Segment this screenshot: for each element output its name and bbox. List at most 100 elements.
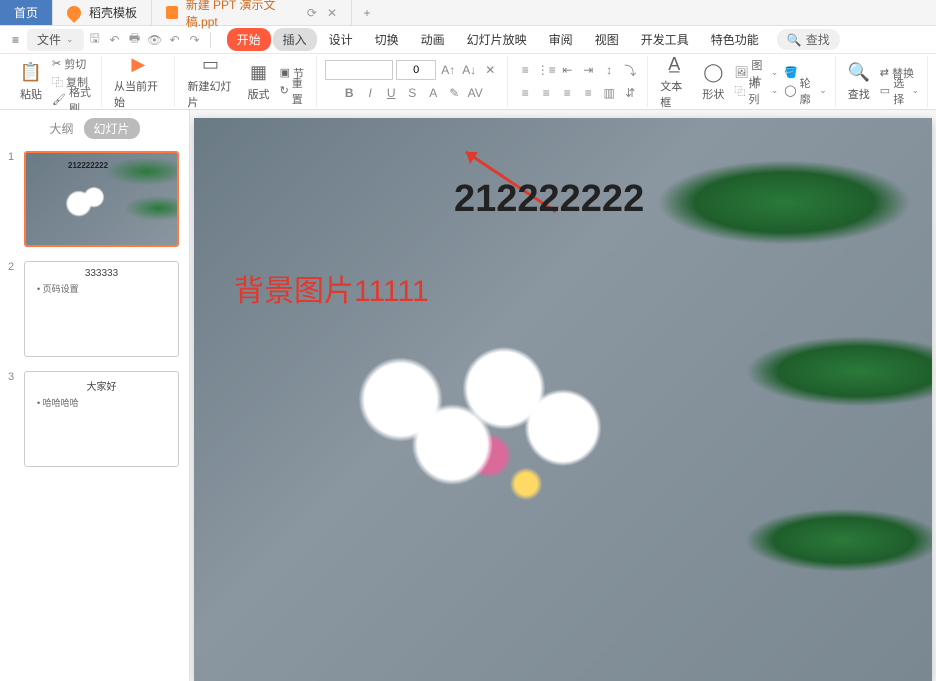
qa-back-icon[interactable]: ↶ — [106, 31, 124, 49]
qa-redo-icon[interactable]: ↷ — [186, 31, 204, 49]
slide-text-title[interactable]: 212222222 — [454, 178, 644, 221]
thumbnail-2[interactable]: 333333 • 页码设置 — [24, 261, 179, 357]
ribbon-feature[interactable]: 特色功能 — [701, 28, 769, 51]
font-size-select[interactable] — [396, 60, 436, 80]
qa-preview-icon[interactable]: 👁 — [146, 31, 164, 49]
plus-icon: + — [364, 6, 371, 20]
bold-icon[interactable]: B — [340, 84, 358, 102]
shape-button[interactable]: ◯ 形状 — [698, 62, 728, 102]
image-icon: 🖼 — [734, 66, 748, 79]
group-paragraph: ≡ ⋮≡ ⇤ ⇥ ↕ ⤵ ≡ ≡ ≡ ≡ ▥ ⇵ — [508, 56, 648, 107]
toolbar: 📋 粘贴 ✂剪切 ⿻复制 🖌格式刷 ▶ 从当前开始 ▭ 新建幻灯片 ▦ 版式 ▣… — [0, 54, 936, 110]
search-button[interactable]: 🔍 查找 — [777, 29, 840, 50]
tab-close-icon[interactable]: ✕ — [327, 6, 337, 20]
menu-file[interactable]: 文件 ⌄ — [27, 29, 84, 51]
align-center-icon[interactable]: ≡ — [537, 84, 555, 102]
tab-document[interactable]: 新建 PPT 演示文稿.ppt ⟳ ✕ — [152, 0, 352, 25]
outline-button[interactable]: ◯轮廓⌄ — [784, 83, 827, 99]
sidebar-tab-slides[interactable]: 幻灯片 — [84, 118, 140, 139]
paste-icon: 📋 — [20, 62, 42, 84]
play-icon: ▶ — [127, 54, 149, 76]
tab-refresh-icon[interactable]: ⟳ — [307, 6, 317, 20]
font-shrink-icon[interactable]: A↓ — [460, 61, 478, 79]
arrange-button[interactable]: ⿻排列⌄ — [734, 83, 778, 99]
slide-canvas[interactable]: 212222222 背景图片11111 — [194, 118, 932, 681]
strike-icon[interactable]: S — [403, 84, 421, 102]
ribbon-review[interactable]: 审阅 — [539, 28, 583, 51]
tab-template[interactable]: 稻壳模板 — [53, 0, 152, 25]
tab-home[interactable]: 首页 — [0, 0, 53, 25]
select-icon: ▭ — [880, 84, 890, 97]
thumbnail-3[interactable]: 大家好 • 哈哈哈哈 — [24, 371, 179, 467]
group-font: A↑ A↓ ✕ B I U S A ✎ AV — [317, 56, 508, 107]
spacing-icon[interactable]: AV — [466, 84, 484, 102]
sidebar-tab-outline[interactable]: 大纲 — [49, 120, 73, 137]
ribbon-start[interactable]: 开始 — [227, 28, 271, 51]
fill-icon: 🪣 — [784, 66, 798, 79]
ribbon-insert[interactable]: 插入 — [273, 28, 317, 51]
find-button[interactable]: 🔍 查找 — [844, 62, 874, 102]
thumb-number: 2 — [8, 261, 18, 357]
menu-separator — [210, 32, 211, 48]
menu-app-icon[interactable]: ≡ — [6, 29, 25, 51]
menu-bar: ≡ 文件 ⌄ 🖫 ↶ 🖶 👁 ↶ ↷ 开始 插入 设计 切换 动画 幻灯片放映 … — [0, 26, 936, 54]
replace-icon: ⇄ — [880, 66, 889, 79]
canvas-area[interactable]: 212222222 背景图片11111 — [190, 110, 936, 681]
underline-icon[interactable]: U — [382, 84, 400, 102]
select-button[interactable]: ▭选择⌄ — [880, 83, 919, 99]
thumb-bullet: • 哈哈哈哈 — [37, 396, 79, 409]
qa-undo-icon[interactable]: ↶ — [166, 31, 184, 49]
line-spacing-icon[interactable]: ↕ — [600, 61, 618, 79]
ribbon-devtools[interactable]: 开发工具 — [631, 28, 699, 51]
menu-file-label: 文件 — [37, 31, 61, 48]
thumbnail-item: 2 333333 • 页码设置 — [8, 261, 181, 357]
highlight-icon[interactable]: ✎ — [445, 84, 463, 102]
align-right-icon[interactable]: ≡ — [558, 84, 576, 102]
font-grow-icon[interactable]: A↑ — [439, 61, 457, 79]
slides-col: ▣节 ↻重置 — [280, 65, 309, 99]
clear-format-icon[interactable]: ✕ — [481, 61, 499, 79]
slide-text-subtitle[interactable]: 背景图片11111 — [234, 266, 429, 310]
italic-icon[interactable]: I — [361, 84, 379, 102]
section-icon: ▣ — [280, 66, 290, 79]
qa-print-icon[interactable]: 🖶 — [126, 31, 144, 49]
vertical-align-icon[interactable]: ⇵ — [621, 84, 639, 102]
scissors-icon: ✂ — [52, 57, 61, 70]
align-justify-icon[interactable]: ≡ — [579, 84, 597, 102]
thumbnail-1[interactable]: 212222222 — [24, 151, 179, 247]
text-direction-icon[interactable]: ⤵ — [621, 61, 639, 79]
bullets-icon[interactable]: ≡ — [516, 61, 534, 79]
ribbon-animation[interactable]: 动画 — [411, 28, 455, 51]
paste-button[interactable]: 📋 粘贴 — [16, 62, 46, 102]
format-painter-button[interactable]: 🖌格式刷 — [52, 92, 93, 108]
chevron-down-icon: ⌄ — [66, 34, 74, 45]
chevron-down-icon: ⌄ — [911, 85, 919, 96]
chevron-down-icon: ⌄ — [771, 67, 779, 78]
font-color-icon[interactable]: A — [424, 84, 442, 102]
font-family-select[interactable] — [325, 60, 393, 80]
thumbnail-item: 1 212222222 — [8, 151, 181, 247]
cut-button[interactable]: ✂剪切 — [52, 56, 93, 72]
ribbon-design[interactable]: 设计 — [319, 28, 363, 51]
ribbon-view[interactable]: 视图 — [585, 28, 629, 51]
ribbon-transition[interactable]: 切换 — [365, 28, 409, 51]
textbox-icon: A̲ — [663, 54, 685, 76]
qa-save-icon[interactable]: 🖫 — [86, 31, 104, 49]
reset-button[interactable]: ↻重置 — [280, 83, 309, 99]
tab-add[interactable]: + — [352, 0, 382, 25]
insert-col: 🖼图片⌄ ⿻排列⌄ — [734, 65, 778, 99]
columns-icon[interactable]: ▥ — [600, 84, 618, 102]
tab-template-label: 稻壳模板 — [89, 4, 137, 21]
thumb-title: 333333 — [85, 268, 118, 279]
numbering-icon[interactable]: ⋮≡ — [537, 61, 555, 79]
indent-inc-icon[interactable]: ⇥ — [579, 61, 597, 79]
indent-dec-icon[interactable]: ⇤ — [558, 61, 576, 79]
play-from-current-button[interactable]: ▶ 从当前开始 — [110, 54, 166, 110]
align-left-icon[interactable]: ≡ — [516, 84, 534, 102]
new-slide-button[interactable]: ▭ 新建幻灯片 — [183, 54, 237, 110]
ribbon-slideshow[interactable]: 幻灯片放映 — [457, 28, 537, 51]
tab-home-label: 首页 — [14, 4, 38, 21]
layout-button[interactable]: ▦ 版式 — [244, 62, 274, 102]
chevron-down-icon: ⌄ — [819, 85, 827, 96]
textbox-button[interactable]: A̲ 文本框 — [656, 54, 692, 110]
